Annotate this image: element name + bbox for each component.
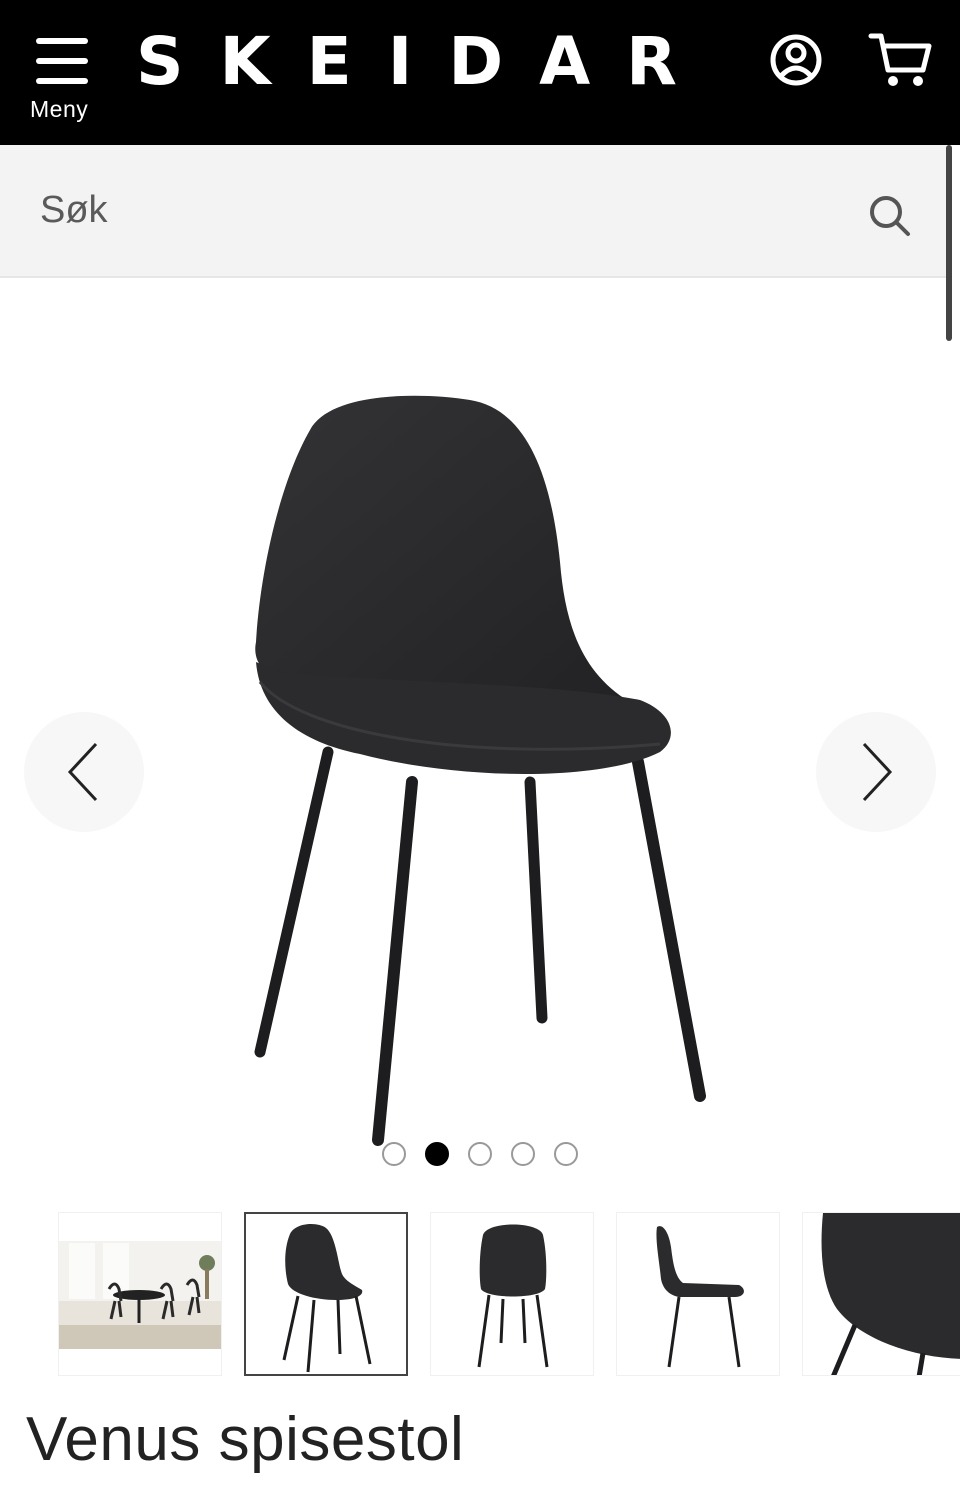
thumbnail-chair-front[interactable] xyxy=(430,1212,594,1376)
pagination-dot[interactable] xyxy=(554,1142,578,1166)
thumbnail-chair-angle[interactable] xyxy=(244,1212,408,1376)
hamburger-menu-icon xyxy=(36,38,88,84)
cart-icon[interactable] xyxy=(868,30,934,90)
next-image-button[interactable] xyxy=(816,712,936,832)
previous-image-button[interactable] xyxy=(24,712,144,832)
account-icon[interactable] xyxy=(768,30,824,90)
top-header: Meny SKEIDAR xyxy=(0,0,960,145)
thumbnail-chair-side[interactable] xyxy=(616,1212,780,1376)
thumbnail-strip xyxy=(0,1212,960,1378)
pagination-dot[interactable] xyxy=(468,1142,492,1166)
chevron-right-icon xyxy=(862,742,893,802)
product-title: Venus spisestol xyxy=(26,1405,465,1474)
pagination-dot[interactable] xyxy=(382,1142,406,1166)
search-input[interactable]: Søk xyxy=(0,145,946,276)
product-gallery xyxy=(0,282,960,1182)
brand-logo[interactable]: SKEIDAR xyxy=(136,24,713,100)
menu-button[interactable]: Meny xyxy=(26,30,96,125)
product-image-chair[interactable] xyxy=(220,382,760,1162)
image-pagination xyxy=(380,1142,590,1168)
pagination-dot[interactable] xyxy=(511,1142,535,1166)
search-placeholder: Søk xyxy=(40,189,108,231)
thumbnail-chair-detail[interactable] xyxy=(802,1212,960,1376)
thumbnail-room-scene[interactable] xyxy=(58,1212,222,1376)
menu-label: Meny xyxy=(30,96,89,122)
pagination-dot-active[interactable] xyxy=(425,1142,449,1166)
chevron-left-icon xyxy=(67,742,98,802)
search-icon[interactable] xyxy=(866,192,914,240)
